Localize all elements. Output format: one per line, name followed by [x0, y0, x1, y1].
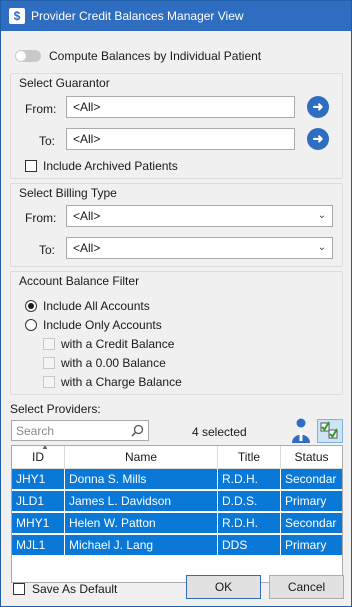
- cancel-button[interactable]: Cancel: [269, 575, 344, 599]
- guarantor-group: Select Guarantor From: <All> ➜ To: <All>…: [10, 73, 343, 179]
- billing-from-select[interactable]: <All> ⌄: [66, 205, 333, 227]
- column-header-title[interactable]: Title: [218, 446, 281, 468]
- billing-type-group-title: Select Billing Type: [19, 186, 117, 200]
- cell-name: Donna S. Mills: [65, 469, 218, 490]
- column-header-status[interactable]: Status: [281, 446, 342, 468]
- cell-id: MJL1: [12, 535, 65, 556]
- save-as-default-checkbox[interactable]: [13, 583, 25, 595]
- guarantor-from-go-icon[interactable]: ➜: [307, 96, 329, 118]
- column-header-name[interactable]: Name: [65, 446, 218, 468]
- ok-button[interactable]: OK: [186, 575, 261, 599]
- credit-balance-checkbox[interactable]: [43, 338, 55, 350]
- cell-name: Michael J. Lang: [65, 535, 218, 556]
- cell-id: JHY1: [12, 469, 65, 490]
- zero-balance-label: with a 0.00 Balance: [61, 356, 166, 370]
- cell-title: R.D.H.: [218, 469, 281, 490]
- account-balance-filter-group: Account Balance Filter Include All Accou…: [10, 271, 343, 395]
- billing-to-select[interactable]: <All> ⌄: [66, 237, 333, 259]
- cell-title: D.D.S.: [218, 491, 281, 512]
- cell-status: Primary: [285, 494, 327, 508]
- include-only-accounts-label: Include Only Accounts: [43, 318, 162, 332]
- provider-info-icon[interactable]: [290, 418, 312, 444]
- cell-id: MHY1: [12, 513, 65, 534]
- include-all-accounts-label: Include All Accounts: [43, 299, 150, 313]
- table-row[interactable]: MHY1 Helen W. Patton R.D.H. Secondar: [12, 513, 342, 534]
- billing-to-label: To:: [39, 243, 56, 257]
- table-row[interactable]: JLD1 James L. Davidson D.D.S. Primary: [12, 491, 342, 512]
- compute-balances-label: Compute Balances by Individual Patient: [49, 49, 262, 63]
- cell-status: Primary: [285, 538, 327, 552]
- charge-balance-label: with a Charge Balance: [61, 375, 182, 389]
- select-providers-label: Select Providers:: [10, 402, 101, 416]
- account-balance-filter-title: Account Balance Filter: [19, 274, 140, 288]
- compute-balances-toggle[interactable]: [15, 50, 41, 62]
- chevron-down-icon: ⌄: [317, 210, 326, 221]
- cell-id: JLD1: [12, 491, 65, 512]
- billing-from-label: From:: [25, 211, 57, 225]
- cell-status: Secondar: [285, 516, 337, 530]
- selected-count: 4 selected: [192, 425, 247, 439]
- dialog-content: Compute Balances by Individual Patient S…: [1, 31, 351, 606]
- save-as-default-label: Save As Default: [32, 582, 118, 596]
- guarantor-to-go-icon[interactable]: ➜: [307, 128, 329, 150]
- cell-title: R.D.H.: [218, 513, 281, 534]
- billing-from-value: <All>: [73, 209, 101, 223]
- guarantor-group-title: Select Guarantor: [19, 76, 110, 90]
- guarantor-to-input[interactable]: <All>: [66, 128, 295, 150]
- cell-status: Secondar: [285, 472, 337, 486]
- zero-balance-checkbox[interactable]: [43, 357, 55, 369]
- cell-name: James L. Davidson: [65, 491, 218, 512]
- window-title: Provider Credit Balances Manager View: [31, 9, 244, 23]
- billing-type-group: Select Billing Type From: <All> ⌄ To: <A…: [10, 183, 343, 267]
- include-archived-label: Include Archived Patients: [43, 159, 178, 173]
- cell-name: Helen W. Patton: [65, 513, 218, 534]
- cell-title: DDS: [218, 535, 281, 556]
- select-all-providers-icon[interactable]: [317, 419, 343, 443]
- provider-credit-balances-window: $ Provider Credit Balances Manager View …: [0, 0, 352, 607]
- table-row[interactable]: JHY1 Donna S. Mills R.D.H. Secondar: [12, 469, 342, 490]
- table-row[interactable]: MJL1 Michael J. Lang DDS Primary: [12, 535, 342, 556]
- credit-balance-label: with a Credit Balance: [61, 337, 175, 351]
- guarantor-from-label: From:: [25, 102, 57, 116]
- include-archived-checkbox[interactable]: [25, 160, 37, 172]
- charge-balance-checkbox[interactable]: [43, 376, 55, 388]
- column-header-id[interactable]: ID: [12, 446, 65, 468]
- table-header: ▲ ID Name Title Status: [12, 446, 342, 469]
- dollar-icon: $: [9, 8, 25, 24]
- title-bar: $ Provider Credit Balances Manager View: [1, 1, 351, 31]
- provider-search-input[interactable]: Search: [11, 420, 149, 441]
- guarantor-from-input[interactable]: <All>: [66, 96, 295, 118]
- guarantor-to-label: To:: [39, 134, 56, 148]
- billing-to-value: <All>: [73, 241, 101, 255]
- search-icon: [131, 424, 144, 437]
- search-placeholder: Search: [16, 424, 55, 438]
- providers-table: ▲ ID Name Title Status JHY1 Donna S. Mil…: [11, 445, 343, 583]
- include-only-accounts-radio[interactable]: [25, 319, 37, 331]
- chevron-down-icon: ⌄: [317, 242, 326, 253]
- include-all-accounts-radio[interactable]: [25, 300, 37, 312]
